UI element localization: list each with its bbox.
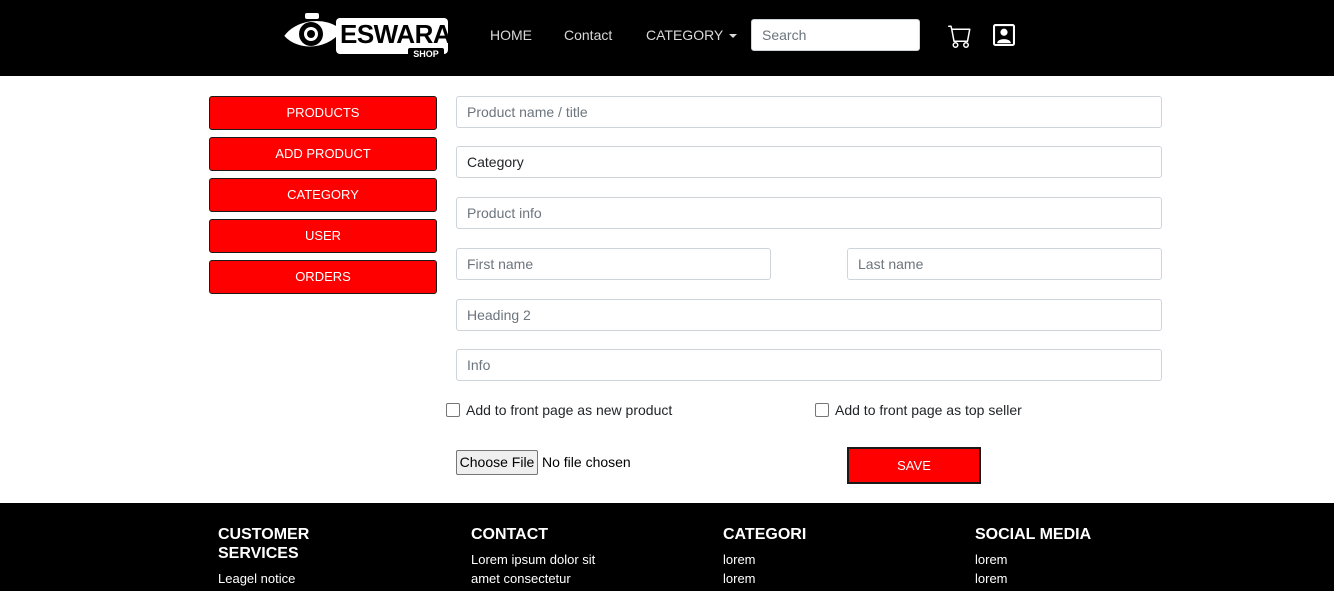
last-name-input[interactable]: Last name: [847, 248, 1162, 280]
footer-heading-line: CUSTOMER: [218, 526, 310, 543]
info-input[interactable]: Info: [456, 349, 1162, 381]
page-footer: CUSTOMER SERVICES Leagel notice CONTACT …: [0, 503, 1334, 591]
top-navbar: ESWARAN SHOP HOME Contact CATEGORY: [0, 0, 1334, 76]
caret-down-icon: [729, 34, 738, 39]
footer-social-link[interactable]: lorem: [975, 550, 1008, 569]
footer-social-link[interactable]: lorem: [975, 569, 1008, 588]
first-name-input[interactable]: First name: [456, 248, 771, 280]
sidebar-add-product-button[interactable]: ADD PRODUCT: [209, 137, 437, 171]
product-info-input[interactable]: Product info: [456, 197, 1162, 229]
footer-contact-line: Lorem ipsum dolor sit: [471, 552, 596, 567]
new-product-checkbox[interactable]: [446, 403, 460, 417]
footer-categori-link[interactable]: lorem: [723, 569, 756, 588]
footer-heading-line: SERVICES: [218, 545, 299, 562]
top-seller-checkbox-label[interactable]: Add to front page as top seller: [835, 402, 1022, 418]
sidebar-products-button[interactable]: PRODUCTS: [209, 96, 437, 130]
footer-social-heading: SOCIAL MEDIA: [975, 526, 1092, 543]
nav-contact-link[interactable]: Contact: [564, 27, 612, 43]
footer-customer-services-heading: CUSTOMER SERVICES: [218, 525, 309, 563]
footer-legal-notice-link[interactable]: Leagel notice: [218, 569, 295, 588]
product-name-input[interactable]: Product name / title: [456, 96, 1162, 128]
search-input[interactable]: [751, 19, 920, 51]
footer-categori-link[interactable]: lorem: [723, 550, 756, 569]
cart-icon[interactable]: [948, 24, 972, 48]
heading2-input[interactable]: Heading 2: [456, 299, 1162, 331]
sidebar-orders-button[interactable]: ORDERS: [209, 260, 437, 294]
footer-categori-heading: CATEGORI: [723, 526, 807, 543]
footer-contact-line: amet consectetur: [471, 571, 571, 586]
logo-subtext: SHOP: [408, 48, 444, 60]
user-profile-icon[interactable]: [993, 24, 1015, 46]
footer-contact-heading: CONTACT: [471, 526, 549, 543]
brand-logo[interactable]: ESWARAN SHOP: [281, 8, 470, 62]
new-product-checkbox-label[interactable]: Add to front page as new product: [466, 402, 672, 418]
top-seller-checkbox[interactable]: [815, 403, 829, 417]
nav-home-link[interactable]: HOME: [490, 27, 532, 43]
sidebar-category-button[interactable]: CATEGORY: [209, 178, 437, 212]
save-button[interactable]: SAVE: [847, 447, 981, 484]
logo-text: ESWARAN: [340, 19, 470, 49]
choose-file-button[interactable]: Choose File: [456, 450, 538, 475]
file-status-text: No file chosen: [542, 454, 631, 470]
category-select[interactable]: Category: [456, 146, 1162, 178]
top-seller-checkbox-row: Add to front page as top seller: [815, 402, 1022, 418]
sidebar-user-button[interactable]: USER: [209, 219, 437, 253]
new-product-checkbox-row: Add to front page as new product: [446, 402, 672, 418]
nav-category-label: CATEGORY: [646, 27, 724, 43]
nav-category-dropdown[interactable]: CATEGORY: [646, 27, 738, 43]
